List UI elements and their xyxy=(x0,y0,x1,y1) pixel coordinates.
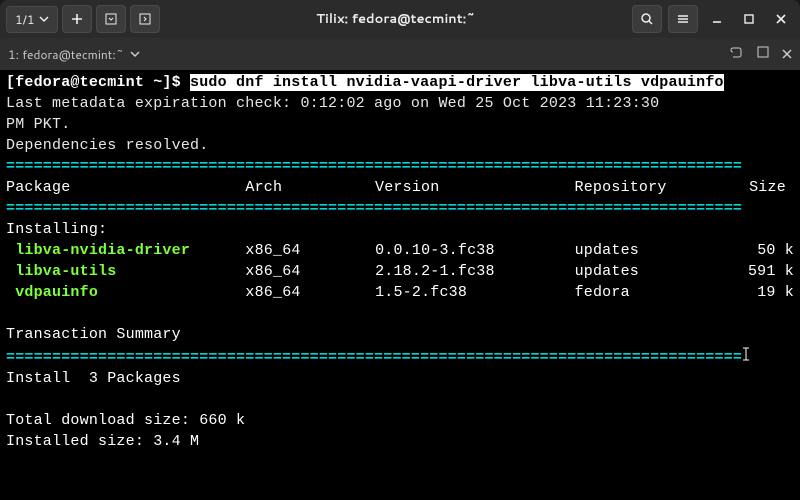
minimize-icon xyxy=(711,13,723,25)
table-row: libva-nvidia-driver x86_64 0.0.10-3.fc38… xyxy=(6,240,794,261)
metadata-line: Last metadata expiration check: 0:12:02 … xyxy=(6,93,794,114)
scroll-icon xyxy=(730,45,744,59)
package-version: 1.5-2.fc38 xyxy=(375,282,575,303)
divider-line: ========================================… xyxy=(6,198,794,219)
deps-resolved: Dependencies resolved. xyxy=(6,135,794,156)
title-bar: 1/1 Tilix: fedora@tecmint:~ xyxy=(0,0,800,38)
package-name: vdpauinfo xyxy=(15,284,98,301)
package-size: 50 k xyxy=(729,240,794,261)
readonly-toggle[interactable] xyxy=(730,45,744,63)
blank-line xyxy=(6,303,794,324)
installing-label: Installing: xyxy=(6,219,794,240)
transaction-summary: Transaction Summary xyxy=(6,324,794,345)
maximize-icon xyxy=(743,13,755,25)
package-arch: x86_64 xyxy=(245,261,375,282)
package-arch: x86_64 xyxy=(245,240,375,261)
table-row: vdpauinfo x86_64 1.5-2.fc38 fedora 19 k xyxy=(6,282,794,303)
minimize-button[interactable] xyxy=(704,6,730,32)
package-arch: x86_64 xyxy=(245,282,375,303)
split-right-icon xyxy=(138,12,152,26)
maximize-pane-button[interactable] xyxy=(756,45,770,63)
metadata-line: PM PKT. xyxy=(6,114,794,135)
col-size: Size xyxy=(729,177,794,198)
shell-command: sudo dnf install nvidia-vaapi-driver lib… xyxy=(190,74,724,91)
prompt-line: [fedora@tecmint ~]$ sudo dnf install nvi… xyxy=(6,72,794,93)
search-button[interactable] xyxy=(632,5,662,33)
search-icon xyxy=(640,12,654,26)
package-repo: updates xyxy=(575,261,730,282)
maximize-pane-icon xyxy=(756,45,770,59)
terminal-tab-label: 1: fedora@tecmint:~ xyxy=(8,46,124,63)
package-size: 19 k xyxy=(729,282,794,303)
package-repo: fedora xyxy=(575,282,730,303)
app-menu-button[interactable] xyxy=(668,5,698,33)
terminal-viewport[interactable]: [fedora@tecmint ~]$ sudo dnf install nvi… xyxy=(0,70,800,500)
close-icon xyxy=(775,13,787,25)
package-version: 2.18.2-1.fc38 xyxy=(375,261,575,282)
col-arch: Arch xyxy=(245,177,375,198)
session-page-dropdown[interactable]: 1/1 xyxy=(6,6,58,33)
hamburger-icon xyxy=(676,12,690,26)
split-down-button[interactable] xyxy=(96,5,126,33)
divider-line: ========================================… xyxy=(6,345,794,368)
col-repo: Repository xyxy=(575,177,730,198)
maximize-button[interactable] xyxy=(736,6,762,32)
divider-line: ========================================… xyxy=(6,156,794,177)
package-version: 0.0.10-3.fc38 xyxy=(375,240,575,261)
blank-line xyxy=(6,389,794,410)
page-counter-label: 1/1 xyxy=(15,11,35,28)
package-name: libva-utils xyxy=(15,263,116,280)
close-icon xyxy=(782,49,792,59)
window-title: Tilix: fedora@tecmint:~ xyxy=(166,10,627,28)
split-right-button[interactable] xyxy=(130,5,160,33)
titlebar-right-cluster xyxy=(632,5,794,33)
close-pane-button[interactable] xyxy=(782,46,792,63)
chevron-down-icon xyxy=(130,49,140,59)
installed-size: Installed size: 3.4 M xyxy=(6,431,794,452)
shell-prompt: [fedora@tecmint ~]$ xyxy=(6,74,190,91)
page-cluster: 1/1 xyxy=(6,5,160,33)
chevron-down-icon xyxy=(39,14,49,24)
close-window-button[interactable] xyxy=(768,6,794,32)
table-header-row: Package Arch Version Repository Size xyxy=(6,177,794,198)
install-count: Install 3 Packages xyxy=(6,368,794,389)
plus-icon xyxy=(70,12,84,26)
terminal-tab-bar: 1: fedora@tecmint:~ xyxy=(0,38,800,70)
col-package: Package xyxy=(6,177,245,198)
package-name: libva-nvidia-driver xyxy=(15,242,190,259)
terminal-tab[interactable]: 1: fedora@tecmint:~ xyxy=(8,46,140,63)
split-down-icon xyxy=(104,12,118,26)
download-size: Total download size: 660 k xyxy=(6,410,794,431)
new-session-button[interactable] xyxy=(62,5,92,33)
text-cursor-icon xyxy=(742,346,750,369)
table-row: libva-utils x86_64 2.18.2-1.fc38 updates… xyxy=(6,261,794,282)
col-version: Version xyxy=(375,177,574,198)
package-size: 591 k xyxy=(729,261,794,282)
package-repo: updates xyxy=(575,240,730,261)
